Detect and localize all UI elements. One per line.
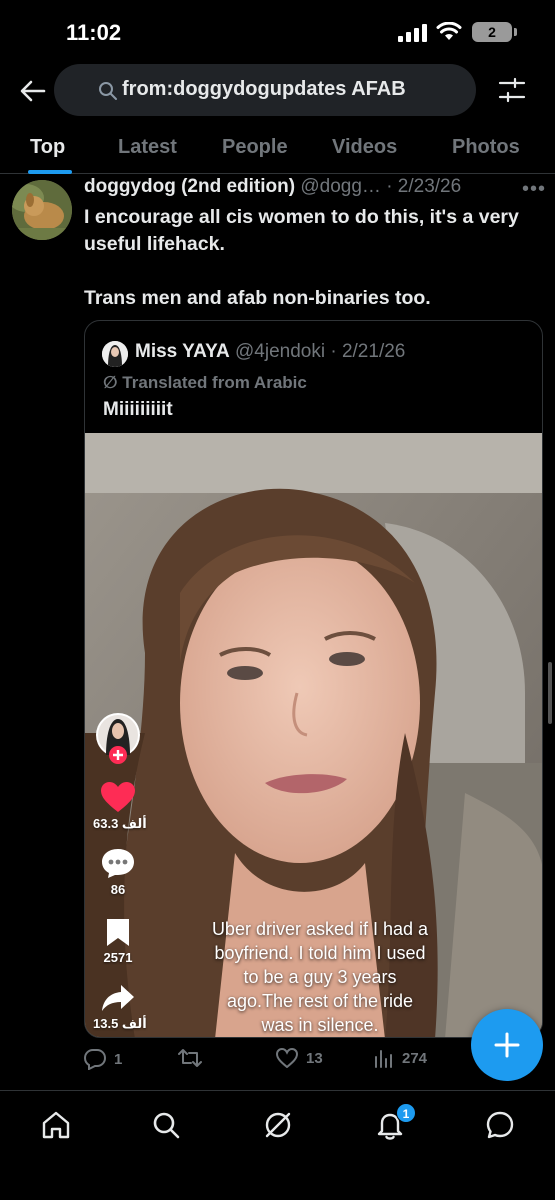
quote-handle-date: @4jendoki · 2/21/26 — [229, 341, 406, 362]
search-nav-icon[interactable] — [150, 1109, 182, 1141]
grok-icon[interactable] — [262, 1109, 294, 1141]
tab-latest[interactable]: Latest — [118, 136, 177, 159]
bottom-navigation: 1 — [0, 1090, 555, 1200]
plus-icon — [494, 1032, 520, 1058]
tweet-header: doggydog (2nd edition) @dogg… · 2/23/26 — [84, 176, 461, 198]
bookmark-icon — [107, 919, 129, 946]
views-count: 274 — [402, 1049, 428, 1067]
save-count: 2571 — [103, 950, 133, 965]
reply-icon — [84, 1049, 106, 1070]
wifi-icon — [436, 22, 462, 40]
like-tweet-count: 13 — [306, 1049, 323, 1067]
heart-icon — [101, 782, 135, 812]
quote-header: Miss YAYA @4jendoki · 2/21/26 — [135, 341, 405, 363]
search-tabs: Top Latest People Videos Photos — [0, 128, 555, 174]
video-media[interactable]: 63.3 ألف 86 2571 13.5 ألف Uber driver as… — [85, 433, 542, 1037]
quote-text: Miiiiiiiiit — [103, 399, 173, 420]
tab-videos[interactable]: Videos — [332, 136, 397, 159]
tab-people[interactable]: People — [222, 136, 288, 159]
heart-outline-icon — [276, 1048, 298, 1068]
more-options-icon[interactable]: ••• — [522, 178, 546, 201]
repost-button[interactable] — [178, 1048, 210, 1068]
reply-button[interactable]: 1 — [84, 1048, 122, 1070]
save-button[interactable]: 2571 — [93, 917, 143, 965]
home-icon[interactable] — [40, 1109, 72, 1141]
status-bar: 11:02 2 — [0, 0, 555, 64]
compose-button[interactable] — [471, 1009, 543, 1081]
quote-author-name: Miss YAYA — [135, 341, 230, 362]
search-query: from:doggydogupdates AFAB — [122, 78, 406, 100]
translate-icon: ∅ — [103, 373, 123, 392]
comment-button[interactable]: 86 — [93, 847, 143, 897]
tab-photos[interactable]: Photos — [452, 136, 520, 159]
search-input[interactable]: from:doggydogupdates AFAB — [54, 64, 476, 116]
scrollbar[interactable] — [548, 662, 552, 724]
share-count: 13.5 ألف — [93, 1016, 147, 1031]
like-button[interactable]: 63.3 ألف — [93, 781, 147, 832]
tweet-text: I encourage all cis women to do this, it… — [84, 206, 519, 309]
views-button[interactable]: 274 — [374, 1048, 427, 1068]
quoted-tweet[interactable]: Miss YAYA @4jendoki · 2/21/26 ∅ Translat… — [84, 320, 543, 1038]
messages-icon[interactable] — [484, 1109, 516, 1141]
views-chart-icon — [375, 1050, 392, 1068]
video-caption: Uber driver asked if I had a boyfriend. … — [211, 919, 429, 1035]
tab-top[interactable]: Top — [30, 136, 65, 159]
battery-tip — [514, 28, 517, 36]
share-arrow-icon — [102, 985, 134, 1011]
tweet-author-name[interactable]: doggydog (2nd edition) — [84, 176, 295, 197]
creator-avatar[interactable] — [93, 711, 143, 770]
comment-count: 86 — [110, 882, 126, 897]
notification-badge: 1 — [396, 1103, 416, 1123]
cellular-signal-icon — [398, 24, 427, 42]
translated-text: Translated from Arabic — [122, 373, 307, 392]
search-header: from:doggydogupdates AFAB — [0, 64, 555, 118]
quote-author-avatar — [102, 341, 128, 367]
like-count: 63.3 ألف — [93, 816, 147, 831]
like-tweet-button[interactable]: 13 — [276, 1048, 323, 1068]
battery-indicator: 2 — [472, 22, 512, 42]
share-button[interactable]: 13.5 ألف — [93, 983, 147, 1032]
search-filter-icon[interactable] — [496, 74, 528, 106]
active-tab-indicator — [28, 170, 72, 174]
translated-label[interactable]: ∅ Translated from Arabic — [103, 373, 307, 393]
reply-count: 1 — [114, 1050, 123, 1068]
comment-bubble-icon — [102, 849, 134, 878]
search-icon — [99, 82, 117, 100]
status-time: 11:02 — [66, 20, 122, 45]
tweet-handle-date: @dogg… · 2/23/26 — [295, 176, 462, 197]
repost-icon — [178, 1049, 202, 1067]
tweet-author-avatar[interactable] — [12, 180, 72, 240]
back-arrow-icon[interactable] — [18, 76, 48, 106]
